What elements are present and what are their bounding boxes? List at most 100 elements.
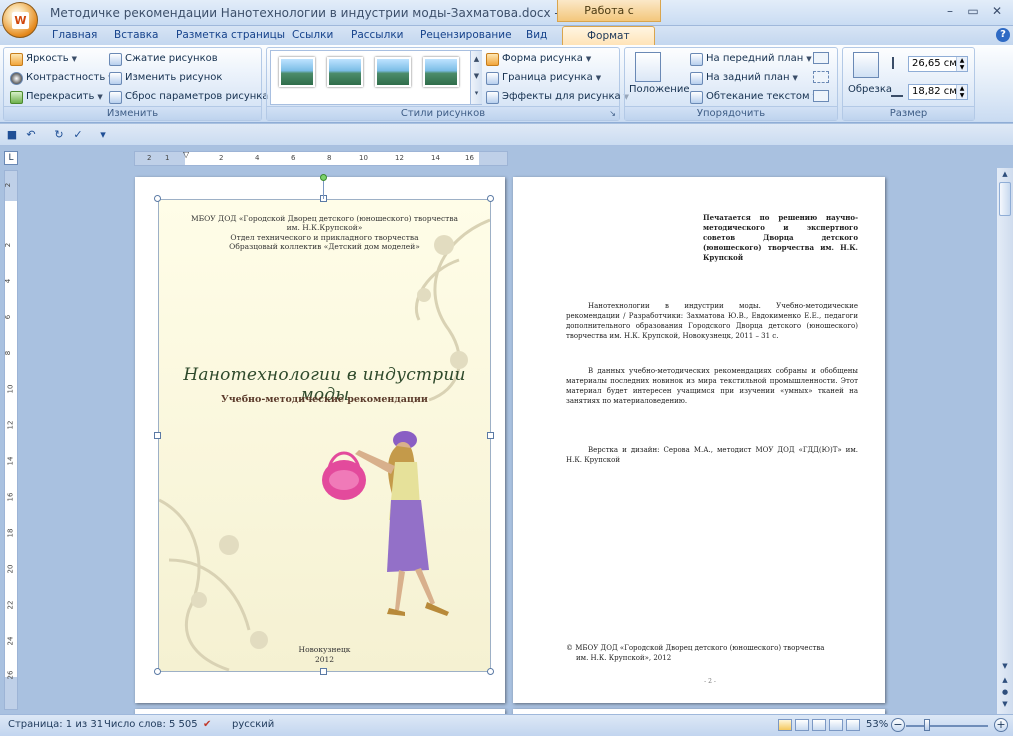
crop-icon[interactable] xyxy=(853,52,879,78)
vertical-scrollbar[interactable]: ▲ ▼ ▲ ● ▼ xyxy=(996,168,1013,714)
save-icon[interactable]: ■ xyxy=(5,128,19,142)
resize-handle-se[interactable] xyxy=(487,668,494,675)
crop-button[interactable]: Обрезка xyxy=(848,84,892,95)
zoom-slider-track[interactable] xyxy=(906,725,988,727)
gallery-more-icon[interactable]: ▾ xyxy=(471,85,482,102)
customize-toolbar-icon[interactable]: ▾ xyxy=(96,128,110,142)
send-to-back-icon xyxy=(690,71,703,85)
view-full-screen-icon[interactable] xyxy=(795,719,809,731)
tab-insert[interactable]: Вставка xyxy=(114,26,159,45)
send-to-back-button[interactable]: На задний план ▼ xyxy=(690,69,798,87)
reset-picture-icon xyxy=(109,90,122,104)
height-field[interactable]: 26,65 см ▲ ▼ xyxy=(908,56,968,72)
page-counter[interactable]: Страница: 1 из 31 xyxy=(8,719,103,730)
ruler-tick: 10 xyxy=(6,384,15,394)
position-button[interactable]: Положение xyxy=(629,84,690,95)
word-count[interactable]: Число слов: 5 505 xyxy=(104,719,198,730)
ruler-tick: 16 xyxy=(6,492,15,502)
copyright-line-1: © МБОУ ДОД «Городской Дворец детского (ю… xyxy=(566,644,825,652)
ruler-tick: 14 xyxy=(6,456,15,466)
ruler-tick: 16 xyxy=(465,154,474,162)
rotate-handle-line xyxy=(323,181,324,199)
next-page-icon[interactable]: ▼ xyxy=(997,698,1013,711)
resize-handle-s[interactable] xyxy=(320,668,327,675)
zoom-in-icon[interactable]: + xyxy=(994,718,1008,732)
reset-picture-button[interactable]: Сброс параметров рисунка xyxy=(109,88,268,106)
resize-handle-e[interactable] xyxy=(487,432,494,439)
picture-styles-gallery[interactable]: ▲ ▼ ▾ xyxy=(270,50,482,105)
picture-style-2[interactable] xyxy=(327,57,363,87)
zoom-out-icon[interactable]: − xyxy=(891,718,905,732)
picture-border-button[interactable]: Граница рисунка ▼ xyxy=(486,69,601,87)
compress-pictures-button[interactable]: Сжатие рисунков xyxy=(109,50,218,68)
ruler-tick: 6 xyxy=(4,314,13,320)
bring-to-front-button[interactable]: На передний план ▼ xyxy=(690,50,812,68)
picture-selection-frame[interactable] xyxy=(158,199,491,672)
width-field[interactable]: 18,82 см ▲ ▼ xyxy=(908,84,968,100)
chevron-down-icon[interactable]: ▼ xyxy=(471,68,482,85)
tab-references[interactable]: Ссылки xyxy=(292,26,333,45)
resize-handle-sw[interactable] xyxy=(154,668,161,675)
ruler-tick: 1 xyxy=(165,154,170,162)
recolor-button[interactable]: Перекрасить ▼ xyxy=(10,88,103,106)
picture-effects-button[interactable]: Эффекты для рисунка▼ xyxy=(486,88,629,106)
tab-mailings[interactable]: Рассылки xyxy=(351,26,403,45)
picture-style-3[interactable] xyxy=(375,57,411,87)
resize-handle-nw[interactable] xyxy=(154,195,161,202)
group-size-label: Размер xyxy=(843,106,974,120)
chevron-up-icon[interactable]: ▲ xyxy=(471,51,482,68)
scroll-up-icon[interactable]: ▲ xyxy=(997,168,1013,181)
position-icon[interactable] xyxy=(635,52,661,82)
vertical-ruler[interactable]: 2 2 4 6 8 10 12 14 16 18 20 22 24 26 xyxy=(4,170,18,710)
horizontal-ruler[interactable]: 2 1 2 4 6 8 10 12 14 16 ▽ xyxy=(134,150,508,166)
ruler-toggle-button[interactable]: L xyxy=(4,151,18,165)
tab-home[interactable]: Главная xyxy=(52,26,97,45)
group-objects-icon[interactable] xyxy=(813,71,829,83)
redo-icon[interactable]: ↻ xyxy=(52,128,66,142)
minimize-button[interactable]: – xyxy=(940,4,960,20)
help-icon[interactable]: ? xyxy=(996,28,1010,42)
scroll-down-icon[interactable]: ▼ xyxy=(997,660,1013,673)
office-button[interactable]: W xyxy=(2,2,38,38)
spelling-status-icon[interactable]: ✔ xyxy=(203,719,211,730)
tab-format[interactable]: Формат xyxy=(562,26,655,45)
zoom-slider-thumb[interactable] xyxy=(924,719,930,731)
width-spinner[interactable]: ▲ ▼ xyxy=(956,85,967,99)
picture-style-1[interactable] xyxy=(279,57,315,87)
language-indicator[interactable]: русский xyxy=(232,719,274,730)
picture-style-4[interactable] xyxy=(423,57,459,87)
height-spinner[interactable]: ▲ ▼ xyxy=(956,57,967,71)
view-print-layout-icon[interactable] xyxy=(778,719,792,731)
zoom-level[interactable]: 53% xyxy=(866,719,888,730)
tab-review[interactable]: Рецензирование xyxy=(420,26,512,45)
send-to-back-label: На задний план xyxy=(706,72,790,83)
spelling-icon[interactable]: ✓ xyxy=(71,128,85,142)
view-outline-icon[interactable] xyxy=(829,719,843,731)
picture-shape-icon xyxy=(486,52,499,66)
resize-handle-ne[interactable] xyxy=(487,195,494,202)
text-wrapping-button[interactable]: Обтекание текстом▼ xyxy=(690,88,818,106)
dialog-launcher-icon[interactable]: ↘ xyxy=(609,109,616,118)
scroll-thumb[interactable] xyxy=(999,182,1011,216)
brightness-button[interactable]: Яркость ▼ xyxy=(10,50,77,68)
indent-marker-icon[interactable]: ▽ xyxy=(183,150,189,159)
contrast-button[interactable]: Контрастность▼ xyxy=(10,69,114,87)
undo-icon[interactable]: ↶ xyxy=(24,128,38,142)
close-button[interactable]: ✕ xyxy=(987,4,1007,20)
view-web-layout-icon[interactable] xyxy=(812,719,826,731)
ruler-tick: 14 xyxy=(431,154,440,162)
tab-page-layout[interactable]: Разметка страницы xyxy=(176,26,285,45)
maximize-button[interactable]: ▭ xyxy=(963,4,983,20)
recolor-icon xyxy=(10,90,23,104)
width-value: 18,82 см xyxy=(912,86,957,97)
ruler-tick: 8 xyxy=(4,350,13,356)
view-draft-icon[interactable] xyxy=(846,719,860,731)
change-picture-button[interactable]: Изменить рисунок xyxy=(109,69,222,87)
tab-view[interactable]: Вид xyxy=(526,26,547,45)
picture-shape-button[interactable]: Форма рисунка ▼ xyxy=(486,50,591,68)
rotate-handle[interactable] xyxy=(320,174,327,181)
rotate-icon[interactable] xyxy=(813,90,829,102)
align-icon[interactable] xyxy=(813,52,829,64)
gallery-scroll[interactable]: ▲ ▼ ▾ xyxy=(470,51,482,104)
resize-handle-w[interactable] xyxy=(154,432,161,439)
